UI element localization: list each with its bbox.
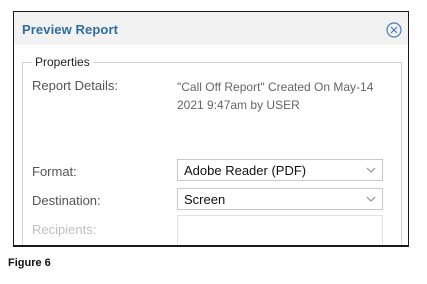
destination-label: Destination:	[32, 193, 101, 208]
close-icon[interactable]	[386, 22, 402, 38]
format-select-value: Adobe Reader (PDF)	[184, 163, 307, 178]
dialog-title-bar: Preview Report	[14, 12, 408, 45]
preview-report-dialog: Preview Report Properties Report Details…	[13, 11, 409, 247]
recipients-input[interactable]	[177, 215, 383, 245]
dialog-title: Preview Report	[22, 22, 119, 37]
format-label: Format:	[32, 164, 77, 179]
format-select[interactable]: Adobe Reader (PDF)	[177, 159, 383, 181]
report-details-value: "Call Off Report" Created On May-14 2021…	[177, 80, 374, 112]
chevron-down-icon	[366, 167, 376, 173]
chevron-down-icon	[366, 196, 376, 202]
recipients-label: Recipients:	[32, 222, 97, 237]
destination-select[interactable]: Screen	[177, 188, 383, 210]
destination-select-value: Screen	[184, 192, 226, 207]
report-details-label: Report Details:	[32, 78, 118, 93]
figure-caption: Figure 6	[8, 257, 51, 269]
properties-legend: Properties	[32, 55, 93, 69]
